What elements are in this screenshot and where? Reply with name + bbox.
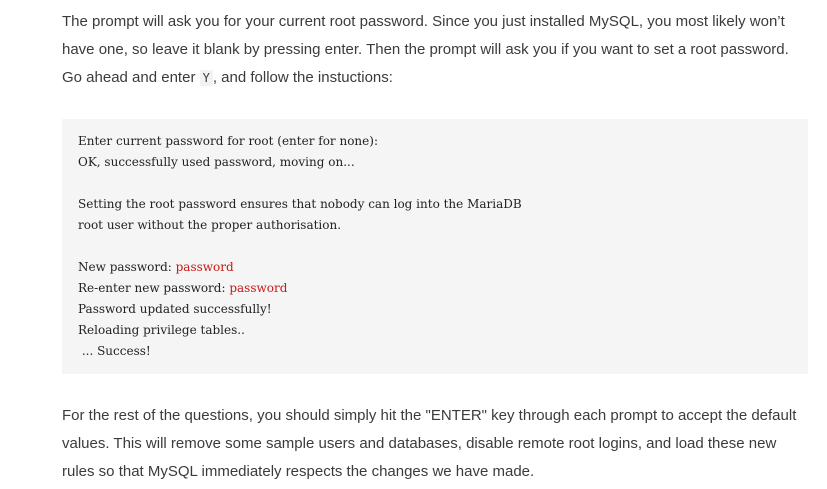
inline-code-y: Y <box>199 70 213 86</box>
code-prompt: New password: <box>78 260 176 274</box>
code-line-new-password: New password: password <box>78 257 792 278</box>
code-line-reenter-password: Re-enter new password: password <box>78 278 792 299</box>
article-content: The prompt will ask you for your current… <box>62 8 808 486</box>
code-prompt: Re-enter new password: <box>78 281 230 295</box>
code-line: OK, successfully used password, moving o… <box>78 155 355 169</box>
code-highlight-value: password <box>229 281 288 295</box>
code-line: ... Success! <box>78 344 151 358</box>
code-line: Enter current password for root (enter f… <box>78 134 378 148</box>
code-highlight-value: password <box>175 260 234 274</box>
code-line: Password updated successfully! <box>78 302 272 316</box>
intro-text: The prompt will ask you for your current… <box>62 13 789 86</box>
intro-text-end: , and follow the instuctions: <box>212 69 393 86</box>
code-line: Setting the root password ensures that n… <box>78 197 522 211</box>
code-line: root user without the proper authorisati… <box>78 218 342 232</box>
code-block: Enter current password for root (enter f… <box>62 119 808 374</box>
code-line: Reloading privilege tables.. <box>78 323 245 337</box>
outro-paragraph: For the rest of the questions, you shoul… <box>62 407 797 480</box>
intro-paragraph: The prompt will ask you for your current… <box>62 8 808 92</box>
